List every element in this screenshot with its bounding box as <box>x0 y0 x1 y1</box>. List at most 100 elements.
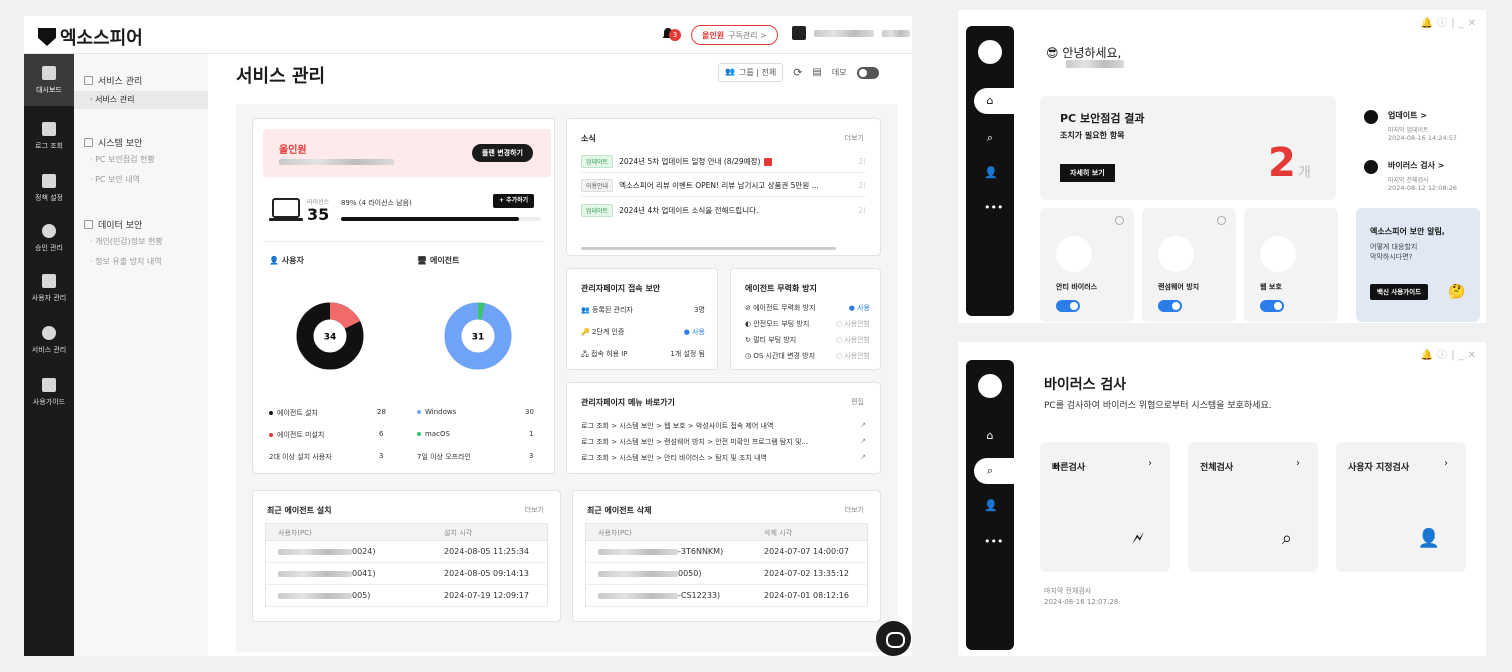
row-label: 2단계 인증 <box>591 328 625 336</box>
last-scan-label: 마지막 전체검사 <box>1044 587 1092 595</box>
refresh-icon[interactable]: ⟳ <box>793 66 802 79</box>
submenu-item-leak[interactable]: · 정보 유출 방지 내역 <box>90 256 162 267</box>
license-progress <box>341 217 541 221</box>
table-row[interactable]: -CS12233) 2024-07-01 08:12:16 <box>585 585 868 607</box>
document-icon[interactable]: ▤ <box>812 67 821 78</box>
external-link-icon[interactable]: ↗ <box>860 453 866 461</box>
full-scan-card[interactable]: 전체검사 › ⌕ <box>1188 442 1318 572</box>
antivirus-toggle[interactable] <box>1056 300 1080 312</box>
table-row[interactable]: -3T6NNKM) 2024-07-07 14:00:07 <box>585 541 868 563</box>
news-text: 2024년 5차 업데이트 일정 안내 (8/29예정) <box>619 157 761 166</box>
nav-label: 사용자 관리 <box>31 293 67 302</box>
recent-delete-card: 최근 에이전트 삭제 더보기 사용자(PC) 삭제 시각 -3T6NNKM) 202… <box>572 490 881 622</box>
table-row[interactable]: 0024) 2024-08-05 11:25:34 <box>265 541 548 563</box>
details-button[interactable]: 자세히 보기 <box>1060 164 1115 182</box>
recent-install-more[interactable]: 더보기 <box>525 505 544 515</box>
users-installed-value: 28 <box>377 408 386 416</box>
lightning-file-icon: 🗲 <box>1132 528 1144 549</box>
home-icon[interactable]: ⌂ <box>984 430 996 442</box>
news-item[interactable]: 이용안내 엑소스피어 리뷰 이벤트 OPEN! 리뷰 남기시고 상품권 5만원 .… <box>581 175 866 197</box>
chevron-right-icon: › <box>1444 458 1448 469</box>
change-plan-button[interactable]: 플랜 변경하기 <box>471 144 533 162</box>
cell-time: 2024-07-19 12:09:17 <box>444 591 529 600</box>
row-label: 멀티 부팅 방지 <box>753 336 797 344</box>
web-protection-toggle[interactable] <box>1260 300 1284 312</box>
nav-users[interactable]: 사용자 관리 <box>24 262 74 314</box>
nav-guide[interactable]: 사용가이드 <box>24 366 74 418</box>
shield-icon <box>38 28 56 46</box>
news-tag: 이용안내 <box>581 179 614 192</box>
admin-count-label: 👥 등록된 관리자 <box>581 305 633 315</box>
gear-icon[interactable] <box>1217 216 1226 225</box>
news-more-link[interactable]: 더보기 <box>845 133 864 143</box>
nav-services[interactable]: 서비스 관리 <box>24 314 74 366</box>
row-label: 에이전트 미설치 <box>277 431 325 439</box>
ransomware-toggle[interactable] <box>1158 300 1182 312</box>
recent-delete-title: 최근 에이전트 삭제 <box>587 506 652 515</box>
table-row[interactable]: 0041) 2024-08-05 09:14:13 <box>265 563 548 585</box>
window-controls[interactable]: 🔔ⓘ|_✕ <box>1421 346 1480 361</box>
nav-log[interactable]: 로그 조회 <box>24 110 74 162</box>
redacted <box>278 593 352 599</box>
chat-button[interactable] <box>876 621 911 656</box>
external-link-icon[interactable]: ↗ <box>860 421 866 429</box>
table-row[interactable]: 0050) 2024-07-02 13:35:12 <box>585 563 868 585</box>
cell-user: 005) <box>352 591 371 600</box>
admin-count-value: 3명 <box>694 306 705 314</box>
subscription-pill[interactable]: 올인원 구독관리 > <box>691 25 778 45</box>
allowed-ip-value: 1개 설정 됨 <box>670 350 705 358</box>
protection-value: ● 사용 <box>848 304 870 312</box>
demo-toggle[interactable] <box>856 66 879 79</box>
window-controls[interactable]: 🔔ⓘ|_✕ <box>1421 14 1480 29</box>
home-icon[interactable]: ⌂ <box>984 95 996 107</box>
scan-search-icon[interactable]: ⌕ <box>984 132 996 144</box>
issue-count: 2 <box>1268 140 1296 186</box>
recent-delete-more[interactable]: 더보기 <box>845 505 864 515</box>
news-item[interactable]: 업데이트 2024년 5차 업데이트 일정 안내 (8/29예정) 2( <box>581 151 866 173</box>
brand-logo[interactable]: 엑소스피어 <box>38 24 143 50</box>
submenu-group-data: 데이터 보안 <box>84 218 142 231</box>
gear-icon[interactable] <box>1115 216 1124 225</box>
protection-value: ○ 사용안함 <box>835 352 870 360</box>
user-lock-icon[interactable]: 👤 <box>984 500 998 512</box>
user-icon: 👤 <box>269 256 282 265</box>
cell-user: 0041) <box>352 569 376 578</box>
user-account[interactable] <box>792 26 910 40</box>
more-icon[interactable]: ••• <box>984 202 1003 214</box>
add-license-button[interactable]: + 추가하기 <box>493 194 535 208</box>
user-lock-icon[interactable]: 👤 <box>984 167 998 179</box>
check-circle-icon <box>42 223 56 238</box>
clipboard-icon <box>42 173 56 188</box>
protection-value: ○ 사용안함 <box>835 336 870 344</box>
scan-search-icon[interactable]: ⌕ <box>984 465 996 477</box>
external-link-icon[interactable]: ↗ <box>860 437 866 445</box>
custom-scan-card[interactable]: 사용자 지정검사 › 👤 <box>1336 442 1466 572</box>
table-row[interactable]: 005) 2024-07-19 12:09:17 <box>265 585 548 607</box>
nav-dashboard[interactable]: 대시보드 <box>24 54 74 106</box>
quick-scan-card[interactable]: 빠른검사 › 🗲 <box>1040 442 1170 572</box>
submenu-item-pc-history[interactable]: · PC 보안 내역 <box>90 174 140 185</box>
row-label: 접속 허용 IP <box>591 350 628 358</box>
nav-approval[interactable]: 승인 관리 <box>24 212 74 264</box>
news-scrollbar[interactable] <box>581 247 836 250</box>
group-filter-label: 그룹 | 전체 <box>738 68 777 77</box>
top-bar: 엑소스피어 3 올인원 구독관리 > <box>24 16 912 54</box>
more-icon[interactable]: ••• <box>984 536 1003 548</box>
group-filter-button[interactable]: 👥 그룹 | 전체 <box>718 63 784 82</box>
shortcut-link[interactable]: 로그 조회 > 시스템 보안 > 안티 바이러스 > 탐지 및 조치 내역 <box>581 453 767 463</box>
app-logo <box>978 374 1002 398</box>
submenu-item-pc-check[interactable]: · PC 보안점검 현황 <box>90 154 155 165</box>
agent-scan-window: 🔔ⓘ|_✕ ⌂ ⌕ 👤 ••• 바이러스 검사 PC를 검사하여 바이러스 위협… <box>958 342 1486 656</box>
shortcuts-edit-link[interactable]: 편집 <box>851 397 864 407</box>
vaccine-guide-button[interactable]: 백신 사용가이드 <box>1370 284 1429 300</box>
row-label: 에이전트 무력화 방지 <box>753 304 816 312</box>
scan-name: 사용자 지정검사 <box>1348 463 1410 473</box>
shortcut-link[interactable]: 로그 조회 > 시스템 보안 > 웹 보호 > 악성사이트 접속 제어 내역 <box>581 421 773 431</box>
key-icon: 🔑 <box>581 328 592 336</box>
nav-policy[interactable]: 정책 설정 <box>24 162 74 214</box>
shortcut-link[interactable]: 로그 조회 > 시스템 보안 > 랜섬웨어 방지 > 안전 미확인 프로그램 탐… <box>581 437 808 447</box>
security-check-card: PC 보안점검 결과 조치가 필요한 항목 자세히 보기 2 개 <box>1040 96 1336 200</box>
news-item[interactable]: 업데이트 2024년 4차 업데이트 소식을 전해드립니다. 2( <box>581 199 866 221</box>
submenu-item-privacy[interactable]: · 개인(민감)정보 현황 <box>90 236 163 247</box>
submenu-item-service-manage[interactable]: · 서비스 관리 <box>74 91 208 109</box>
